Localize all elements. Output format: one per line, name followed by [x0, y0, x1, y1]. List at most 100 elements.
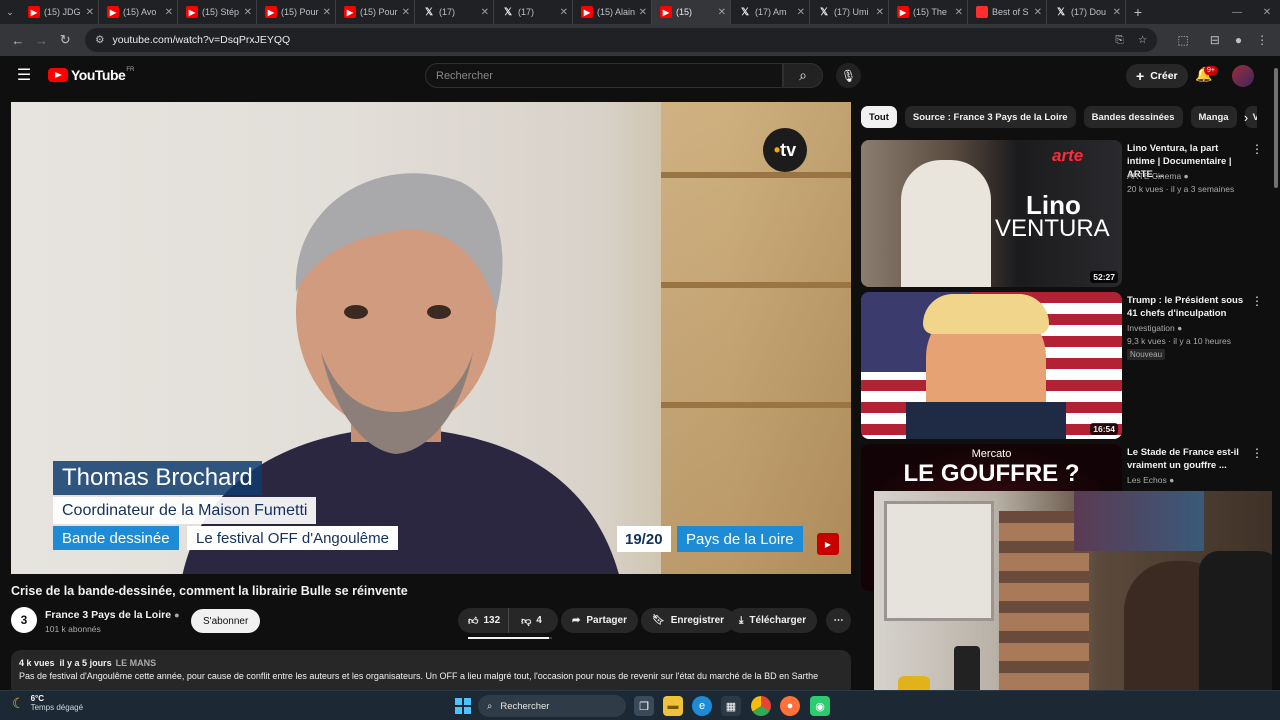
scrollbar-thumb[interactable] [1274, 68, 1278, 188]
microphone-icon[interactable]: 🎙 [836, 63, 861, 88]
download-button[interactable]: ⤓ Télécharger [728, 608, 818, 633]
close-tab-icon[interactable]: ✕ [718, 7, 726, 18]
reload-icon[interactable]: ↻ [53, 28, 77, 52]
video-thumbnail[interactable]: 16:54 [861, 292, 1122, 439]
url-text: youtube.com/watch?v=DsqPrxJEYQQ [112, 34, 291, 46]
browser-tab[interactable]: ▶ (15) The ✕ [889, 0, 968, 24]
windows-taskbar: ☾ 6°C Temps dégagé ⌕ Rechercher ❐ ▬ e ▦ ●… [0, 690, 1280, 720]
browser-tab[interactable]: ▶ (15) Pour ✕ [257, 0, 336, 24]
close-tab-icon[interactable]: ✕ [244, 7, 252, 18]
recommendation-channel-text[interactable]: ARTE Cinema [1127, 171, 1181, 181]
subscriber-count: 101 k abonnés [45, 624, 101, 634]
extensions-icon[interactable]: ⬚ [1171, 28, 1195, 52]
bookmark-star-icon[interactable]: ☆ [1138, 34, 1147, 47]
share-button[interactable]: ➦ Partager [561, 608, 638, 633]
minimize-icon[interactable]: — [1222, 0, 1252, 24]
page-scrollbar[interactable] [1272, 60, 1280, 720]
firefox-icon[interactable]: ● [780, 696, 800, 716]
close-tab-icon[interactable]: ✕ [955, 7, 963, 18]
profile-icon[interactable]: ● [1227, 28, 1251, 52]
recommendation-item[interactable]: arte Lino VENTURA 52:27 Lino Ventura, la… [861, 140, 1263, 288]
recommendation-channel[interactable]: Investigation ● [1127, 323, 1182, 333]
task-view-icon[interactable]: ❐ [634, 696, 654, 716]
video-thumbnail[interactable]: arte Lino VENTURA 52:27 [861, 140, 1122, 287]
chip[interactable]: Manga [1190, 106, 1237, 128]
verified-icon: ● [1177, 323, 1183, 333]
browser-tab[interactable]: 𝕏 (17) Umi ✕ [810, 0, 889, 24]
menu-icon[interactable]: ☰ [14, 66, 34, 86]
channel-name-text[interactable]: France 3 Pays de la Loire [45, 609, 171, 621]
create-button[interactable]: + Créer [1126, 64, 1188, 88]
browser-tab[interactable]: ▶ (15) Avo ✕ [99, 0, 178, 24]
site-info-icon[interactable]: ⚙ [95, 34, 104, 46]
weather-widget[interactable]: ☾ 6°C Temps dégagé [12, 694, 83, 712]
tab-groups-icon[interactable]: ⊟ [1203, 28, 1227, 52]
tab-search-button[interactable]: ⌄ [0, 0, 20, 24]
recommendation-channel[interactable]: Les Echos ● [1127, 475, 1174, 485]
close-tab-icon[interactable]: ✕ [323, 7, 331, 18]
browser-tab[interactable]: 𝕏 (17) Am ✕ [731, 0, 810, 24]
install-app-icon[interactable]: ⎘ [1115, 34, 1123, 47]
close-tab-icon[interactable]: ✕ [797, 7, 805, 18]
webcam-overlay [874, 491, 1280, 720]
save-button[interactable]: 🔖︎ Enregistrer [641, 608, 736, 633]
new-tab-button[interactable]: + [1126, 4, 1150, 20]
browser-tab[interactable]: ▶ (15) Stép ✕ [178, 0, 257, 24]
youtube-logo[interactable]: YouTube FR [48, 67, 134, 83]
close-tab-icon[interactable]: ✕ [1113, 7, 1121, 18]
chevron-right-icon[interactable]: › [1236, 108, 1256, 128]
search-icon: ⌕ [487, 700, 493, 712]
recommendation-channel[interactable]: ARTE Cinema ● [1127, 171, 1189, 181]
windows-start-icon[interactable] [455, 698, 471, 714]
browser-tab[interactable]: 𝕏 (17) ✕ [415, 0, 494, 24]
back-icon[interactable]: ← [6, 28, 30, 52]
recommendation-title[interactable]: Trump : le Président sous 41 chefs d'inc… [1127, 294, 1245, 320]
browser-tab[interactable]: ▶ (15) JDG ✕ [20, 0, 99, 24]
browser-tab[interactable]: 𝕏 (17) Dou ✕ [1047, 0, 1126, 24]
browser-tab[interactable]: ▶ (15) Alain ✕ [573, 0, 652, 24]
recommendation-channel-text[interactable]: Investigation [1127, 323, 1175, 333]
taskbar-search[interactable]: ⌕ Rechercher [478, 695, 626, 717]
chip[interactable]: Source : France 3 Pays de la Loire [904, 106, 1076, 128]
channel-avatar[interactable]: 3 [11, 607, 37, 633]
forward-icon[interactable]: → [30, 28, 54, 52]
more-icon[interactable]: ⋮ [1251, 446, 1263, 460]
youtube-watermark-icon[interactable]: ▶ [817, 533, 839, 555]
app-icon[interactable]: ◉ [810, 696, 830, 716]
close-tab-icon[interactable]: ✕ [560, 7, 568, 18]
chip[interactable]: Bandes dessinées [1083, 106, 1183, 128]
file-explorer-icon[interactable]: ▬ [663, 696, 683, 716]
store-icon[interactable]: ▦ [721, 696, 741, 716]
more-icon[interactable]: ⋮ [1251, 294, 1263, 308]
dislike-button[interactable]: 👎︎ 4 [515, 615, 548, 627]
subscribe-button[interactable]: S'abonner [191, 609, 261, 633]
chip[interactable]: Tout [861, 106, 897, 128]
video-player[interactable]: • tv Thomas Brochard Coordinateur de la M… [11, 102, 851, 574]
recommendation-item[interactable]: 16:54 Trump : le Président sous 41 chefs… [861, 292, 1263, 440]
browser-tab[interactable]: ▶ (15) ✕ [652, 0, 731, 24]
close-tab-icon[interactable]: ✕ [639, 7, 647, 18]
search-input[interactable]: Rechercher [425, 63, 783, 88]
user-avatar[interactable] [1232, 65, 1254, 87]
recommendation-channel-text[interactable]: Les Echos [1127, 475, 1167, 485]
close-tab-icon[interactable]: ✕ [165, 7, 173, 18]
recommendation-title[interactable]: Le Stade de France est-il vraiment un go… [1127, 446, 1245, 472]
browser-tab[interactable]: 𝕏 (17) ✕ [494, 0, 573, 24]
chrome-menu-icon[interactable]: ⋮ [1250, 28, 1274, 52]
close-tab-icon[interactable]: ✕ [402, 7, 410, 18]
close-tab-icon[interactable]: ✕ [86, 7, 94, 18]
search-icon[interactable]: ⌕ [783, 63, 823, 88]
close-tab-icon[interactable]: ✕ [481, 7, 489, 18]
more-icon[interactable]: ⋮ [1251, 142, 1263, 156]
channel-name[interactable]: France 3 Pays de la Loire ● [45, 609, 180, 621]
close-tab-icon[interactable]: ✕ [1034, 7, 1042, 18]
browser-tab[interactable]: ▶ (15) Pour ✕ [336, 0, 415, 24]
close-tab-icon[interactable]: ✕ [876, 7, 884, 18]
more-actions-button[interactable]: ⋯ [826, 608, 851, 633]
address-bar[interactable]: ⚙ youtube.com/watch?v=DsqPrxJEYQQ ⎘ ☆ [85, 28, 1158, 52]
chrome-icon[interactable] [751, 696, 771, 716]
like-button[interactable]: 👍︎ 132 [458, 608, 510, 633]
browser-tab[interactable]: Best of S ✕ [968, 0, 1047, 24]
edge-icon[interactable]: e [692, 696, 712, 716]
close-window-icon[interactable]: ✕ [1252, 0, 1280, 24]
